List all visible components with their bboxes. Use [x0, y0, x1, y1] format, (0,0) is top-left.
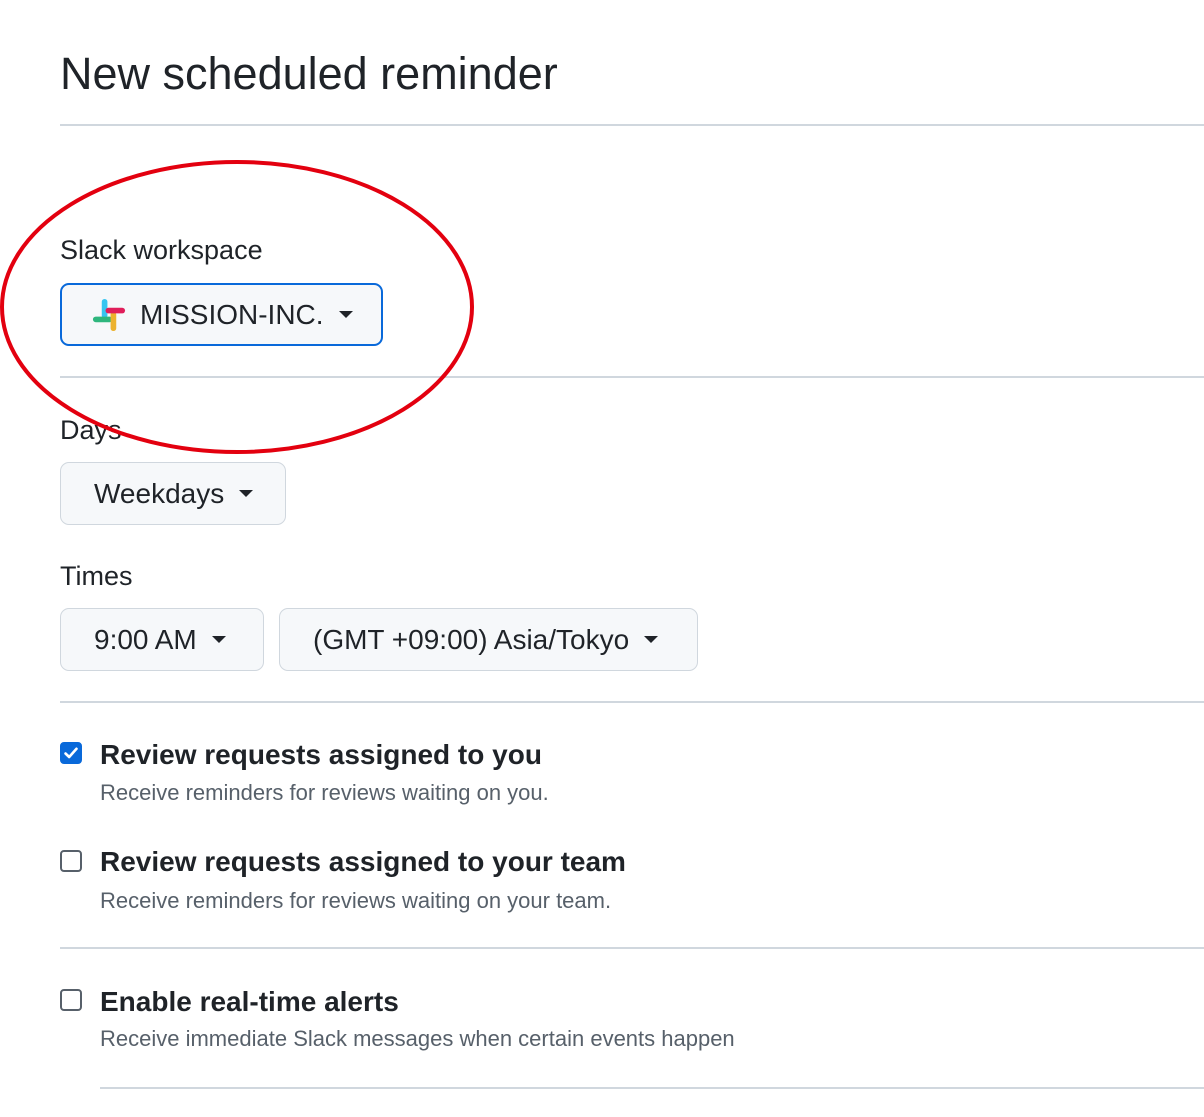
chevron-down-icon: [211, 636, 226, 643]
realtime-alerts-checkbox[interactable]: [60, 989, 82, 1011]
timezone-value: (GMT +09:00) Asia/Tokyo: [313, 623, 630, 655]
days-dropdown[interactable]: Weekdays: [60, 462, 286, 525]
workspace-dropdown[interactable]: MISSION-INC.: [60, 283, 383, 346]
times-divider: [60, 701, 1204, 703]
days-value: Weekdays: [94, 477, 225, 509]
times-label: Times: [60, 561, 133, 591]
checkmark-icon: [64, 747, 78, 759]
alerts-divider: [100, 1087, 1204, 1089]
time-dropdown[interactable]: 9:00 AM: [60, 608, 264, 671]
time-value: 9:00 AM: [94, 623, 197, 655]
timezone-dropdown[interactable]: (GMT +09:00) Asia/Tokyo: [279, 608, 698, 671]
workspace-label: Slack workspace: [60, 235, 263, 265]
highlight-ellipse: [0, 160, 474, 454]
review-team-description: Receive reminders for reviews waiting on…: [100, 888, 612, 913]
realtime-alerts-title: Enable real-time alerts: [100, 986, 399, 1017]
workspace-divider: [60, 376, 1204, 378]
chevron-down-icon: [644, 636, 659, 643]
title-divider: [60, 124, 1204, 126]
chevron-down-icon: [338, 311, 353, 318]
workspace-value: MISSION-INC.: [140, 298, 324, 330]
slack-logo-icon: [92, 298, 126, 331]
realtime-alerts-description: Receive immediate Slack messages when ce…: [100, 1026, 735, 1051]
page-title: New scheduled reminder: [60, 48, 558, 99]
review-team-title: Review requests assigned to your team: [100, 846, 626, 877]
review-you-description: Receive reminders for reviews waiting on…: [100, 780, 549, 805]
options-divider: [60, 947, 1204, 949]
days-label: Days: [60, 415, 122, 445]
review-you-checkbox[interactable]: [60, 742, 82, 764]
review-team-checkbox[interactable]: [60, 850, 82, 872]
chevron-down-icon: [239, 490, 254, 497]
review-you-title: Review requests assigned to you: [100, 739, 542, 770]
